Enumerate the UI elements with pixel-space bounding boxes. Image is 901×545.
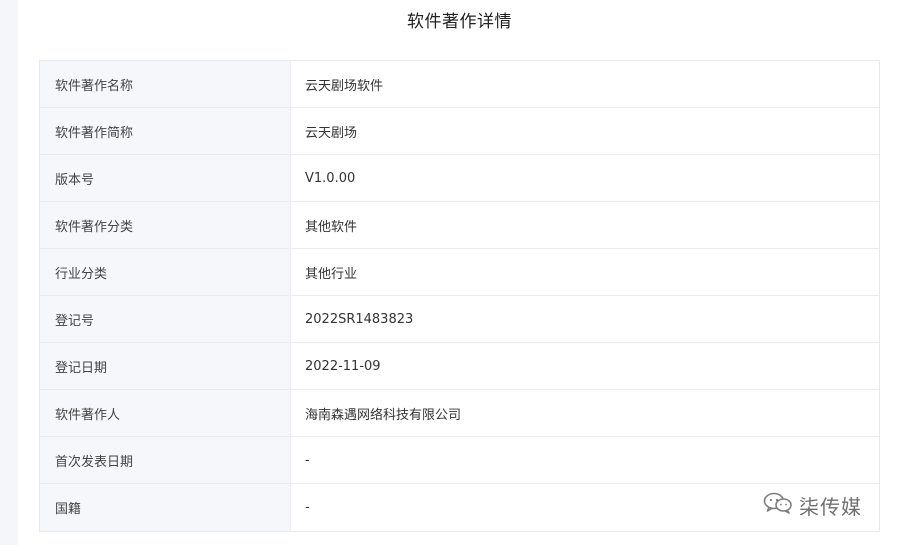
- table-row: 登记号 2022SR1483823: [40, 296, 879, 343]
- row-label: 软件著作分类: [40, 202, 291, 248]
- watermark-text: 柒传媒: [799, 494, 862, 519]
- row-value: 云天剧场软件: [305, 78, 384, 94]
- row-label: 首次发表日期: [40, 437, 291, 483]
- page-title: 软件著作详情: [407, 12, 512, 32]
- row-label: 行业分类: [40, 249, 291, 295]
- row-label: 软件著作名称: [40, 61, 291, 107]
- row-value: 其他行业: [305, 266, 358, 282]
- table-row: 行业分类 其他行业: [40, 249, 879, 296]
- row-value: 2022-11-09: [305, 358, 381, 374]
- row-value: -: [305, 452, 310, 468]
- table-row: 软件著作简称 云天剧场: [40, 108, 879, 155]
- table-row: 首次发表日期 -: [40, 437, 879, 484]
- row-value: 其他软件: [305, 219, 358, 235]
- row-value: 2022SR1483823: [305, 311, 414, 327]
- row-value: 海南森遇网络科技有限公司: [305, 407, 462, 423]
- row-value: V1.0.00: [305, 170, 356, 186]
- row-label: 软件著作简称: [40, 108, 291, 154]
- row-label: 登记号: [40, 296, 291, 342]
- row-label: 国籍: [40, 484, 291, 531]
- details-panel: 软件著作详情 软件著作名称 云天剧场软件 软件著作简称 云天剧场 版本号 V1.…: [18, 0, 901, 545]
- row-label: 版本号: [40, 155, 291, 201]
- row-label: 软件著作人: [40, 390, 291, 436]
- table-row: 登记日期 2022-11-09: [40, 343, 879, 390]
- watermark: 柒传媒: [763, 490, 862, 520]
- row-value: 云天剧场: [305, 125, 358, 141]
- table-row: 软件著作分类 其他软件: [40, 202, 879, 249]
- table-row: 国籍 -: [40, 484, 879, 531]
- details-table: 软件著作名称 云天剧场软件 软件著作简称 云天剧场 版本号 V1.0.00 软件…: [39, 60, 880, 532]
- table-row: 软件著作名称 云天剧场软件: [40, 61, 879, 108]
- row-label: 登记日期: [40, 343, 291, 389]
- table-row: 软件著作人 海南森遇网络科技有限公司: [40, 390, 879, 437]
- wechat-icon: [763, 492, 793, 518]
- table-row: 版本号 V1.0.00: [40, 155, 879, 202]
